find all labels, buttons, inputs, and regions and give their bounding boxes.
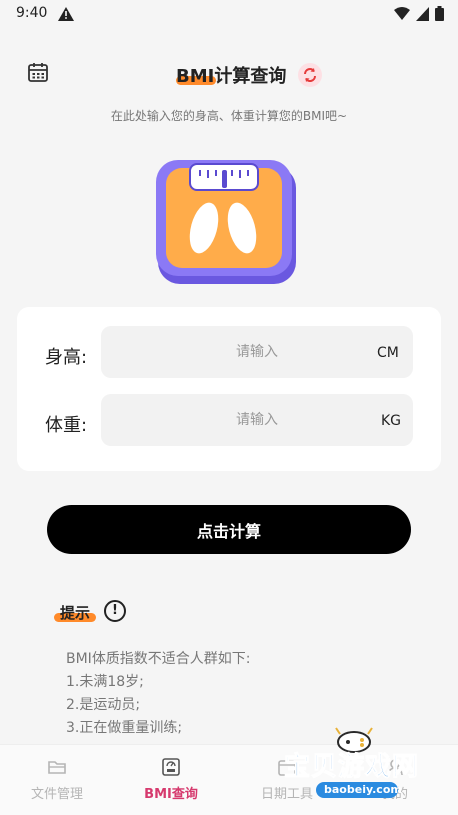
status-bar: 9:40 xyxy=(0,0,458,28)
tips-line: BMI体质指数不适合人群如下: xyxy=(66,651,251,667)
tips-line: 3.正在做重量训练; xyxy=(66,720,183,736)
height-unit: CM xyxy=(377,345,399,361)
tips-body: BMI体质指数不适合人群如下: 1.未满18岁; 2.是运动员; 3.正在做重量… xyxy=(66,648,251,740)
weight-field[interactable] xyxy=(101,394,413,446)
watermark-url: baobeiy.com xyxy=(324,783,402,796)
height-field[interactable] xyxy=(101,326,413,378)
nav-item-file-manager[interactable]: 文件管理 xyxy=(11,757,103,802)
height-label: 身高: xyxy=(45,347,88,368)
battery-icon xyxy=(435,6,444,25)
height-input[interactable] xyxy=(101,326,413,378)
info-icon[interactable]: ! xyxy=(104,600,126,622)
bmi-scale-icon xyxy=(161,757,181,777)
tips-line: 1.未满18岁; xyxy=(66,674,144,690)
page-title-wrap: BMI计算查询 xyxy=(176,62,286,88)
watermark: 宝贝游戏网 baobeiy.com xyxy=(278,722,438,806)
watermark-title: 宝贝游戏网 xyxy=(283,752,420,783)
tips-title: 提示 xyxy=(60,604,91,622)
weight-input[interactable] xyxy=(101,394,413,446)
signal-icon xyxy=(416,6,429,25)
weight-unit: KG xyxy=(381,413,402,429)
status-time: 9:40 xyxy=(16,5,48,21)
input-card: 身高: CM 体重: KG xyxy=(17,307,441,471)
refresh-icon[interactable] xyxy=(298,63,322,87)
weight-label: 体重: xyxy=(45,415,88,436)
calculate-button[interactable]: 点击计算 xyxy=(47,505,411,554)
scale-illustration xyxy=(152,156,302,286)
tips-line: 2.是运动员; xyxy=(66,697,141,713)
nav-label: BMI查询 xyxy=(144,787,198,802)
warning-icon xyxy=(58,6,74,25)
calendar-icon[interactable] xyxy=(26,60,52,86)
nav-item-bmi[interactable]: BMI查询 xyxy=(125,757,217,802)
nav-label: 文件管理 xyxy=(30,787,83,802)
page-subtitle: 在此处输入您的身高、体重计算您的BMI吧~ xyxy=(110,109,348,123)
wifi-icon xyxy=(394,6,410,25)
folder-icon xyxy=(47,757,67,777)
system-icons xyxy=(394,6,444,25)
tips-title-wrap: 提示 xyxy=(54,602,96,624)
page-title: BMI计算查询 xyxy=(176,66,287,87)
